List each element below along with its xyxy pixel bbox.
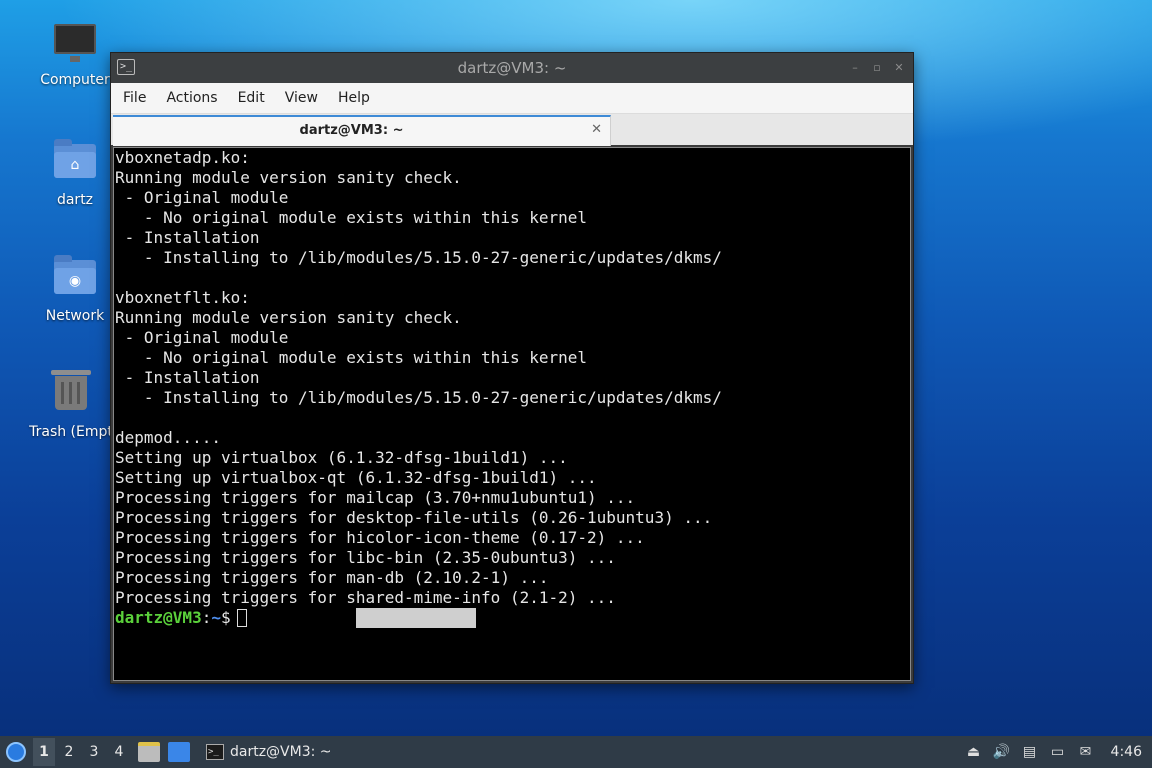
file-manager-launcher-icon[interactable] [138,742,160,762]
window-titlebar[interactable]: >_ dartz@VM3: ~ – ▫ ✕ [111,53,913,83]
terminal-line: - Original module [115,328,289,347]
terminal-line: - Installing to /lib/modules/5.15.0-27-g… [115,248,722,267]
tab-close-icon[interactable]: ✕ [591,122,602,137]
trash-icon [49,370,93,420]
prompt-user-host: dartz@VM3 [115,608,202,627]
network-icon[interactable]: ▭ [1049,743,1067,761]
terminal-line: vboxnetadp.ko: [115,148,250,167]
computer-icon [53,24,97,68]
clipboard-icon[interactable]: ▤ [1021,743,1039,761]
terminal-line: depmod..... [115,428,221,447]
terminal-line: Setting up virtualbox-qt (6.1.32-dfsg-1b… [115,468,597,487]
terminal-output[interactable]: vboxnetadp.ko: Running module version sa… [113,147,911,681]
window-title: dartz@VM3: ~ [457,59,567,77]
terminal-line: Processing triggers for shared-mime-info… [115,588,616,607]
terminal-line: Processing triggers for libc-bin (2.35-0… [115,548,616,567]
terminal-line: - Installing to /lib/modules/5.15.0-27-g… [115,388,722,407]
terminal-line: Running module version sanity check. [115,308,462,327]
prompt-separator: : [201,608,212,627]
prompt-path: ~ [211,608,221,627]
maximize-button[interactable]: ▫ [869,61,885,74]
tab-terminal[interactable]: dartz@VM3: ~ ✕ [113,115,611,146]
menu-view[interactable]: View [275,90,328,106]
terminal-line: Running module version sanity check. [115,168,462,187]
prompt-symbol: $ [220,608,231,627]
terminal-line: - No original module exists within this … [115,208,588,227]
desktop-icon-trash[interactable]: Trash (Empt [25,368,117,440]
terminal-line: - Installation [115,368,260,387]
volume-icon[interactable]: 🔊 [993,743,1011,761]
workspace-2[interactable]: 2 [58,738,80,766]
terminal-icon: >_ [206,744,224,760]
terminal-line: - No original module exists within this … [115,348,588,367]
menu-file[interactable]: File [113,90,156,106]
home-folder-icon: ⌂ [53,139,97,188]
start-menu-button[interactable] [2,738,30,766]
menu-bar: File Actions Edit View Help [111,83,913,113]
terminal-line: Setting up virtualbox (6.1.32-dfsg-1buil… [115,448,568,467]
show-desktop-icon[interactable] [168,742,190,762]
update-notifier-icon[interactable]: ✉ [1077,743,1095,761]
terminal-app-icon: >_ [117,59,135,75]
lubuntu-logo-icon [6,742,26,762]
terminal-line: - Installation [115,228,260,247]
terminal-line: Processing triggers for hicolor-icon-the… [115,528,645,547]
terminal-line: - Original module [115,188,289,207]
desktop-icon-label: Trash (Empt [29,424,113,440]
taskbar: 1 2 3 4 >_ dartz@VM3: ~ ⏏ 🔊 ▤ ▭ ✉ 4:46 [0,736,1152,768]
workspace-3[interactable]: 3 [83,738,105,766]
tab-title: dartz@VM3: ~ [299,123,404,138]
menu-help[interactable]: Help [328,90,380,106]
network-folder-icon: ◉ [53,255,97,304]
text-cursor [236,609,247,627]
taskbar-task-terminal[interactable]: >_ dartz@VM3: ~ [200,738,338,766]
terminal-window: >_ dartz@VM3: ~ – ▫ ✕ File Actions Edit … [110,52,914,684]
terminal-line: Processing triggers for mailcap (3.70+nm… [115,488,636,507]
system-tray: ⏏ 🔊 ▤ ▭ ✉ 4:46 [965,736,1152,768]
window-controls: – ▫ ✕ [847,61,907,74]
terminal-line: Processing triggers for desktop-file-uti… [115,508,713,527]
close-button[interactable]: ✕ [891,61,907,74]
minimize-button[interactable]: – [847,61,863,74]
redacted-block [356,608,476,628]
workspace-4[interactable]: 4 [108,738,130,766]
tab-bar: dartz@VM3: ~ ✕ [111,113,913,146]
menu-edit[interactable]: Edit [228,90,275,106]
terminal-line: vboxnetflt.ko: [115,288,250,307]
clock[interactable]: 4:46 [1111,744,1142,760]
terminal-prompt[interactable]: dartz@VM3:~$ [115,608,910,628]
menu-actions[interactable]: Actions [156,90,227,106]
task-label: dartz@VM3: ~ [230,744,332,760]
workspace-1[interactable]: 1 [33,738,55,766]
eject-icon[interactable]: ⏏ [965,743,983,761]
terminal-line: Processing triggers for man-db (2.10.2-1… [115,568,549,587]
